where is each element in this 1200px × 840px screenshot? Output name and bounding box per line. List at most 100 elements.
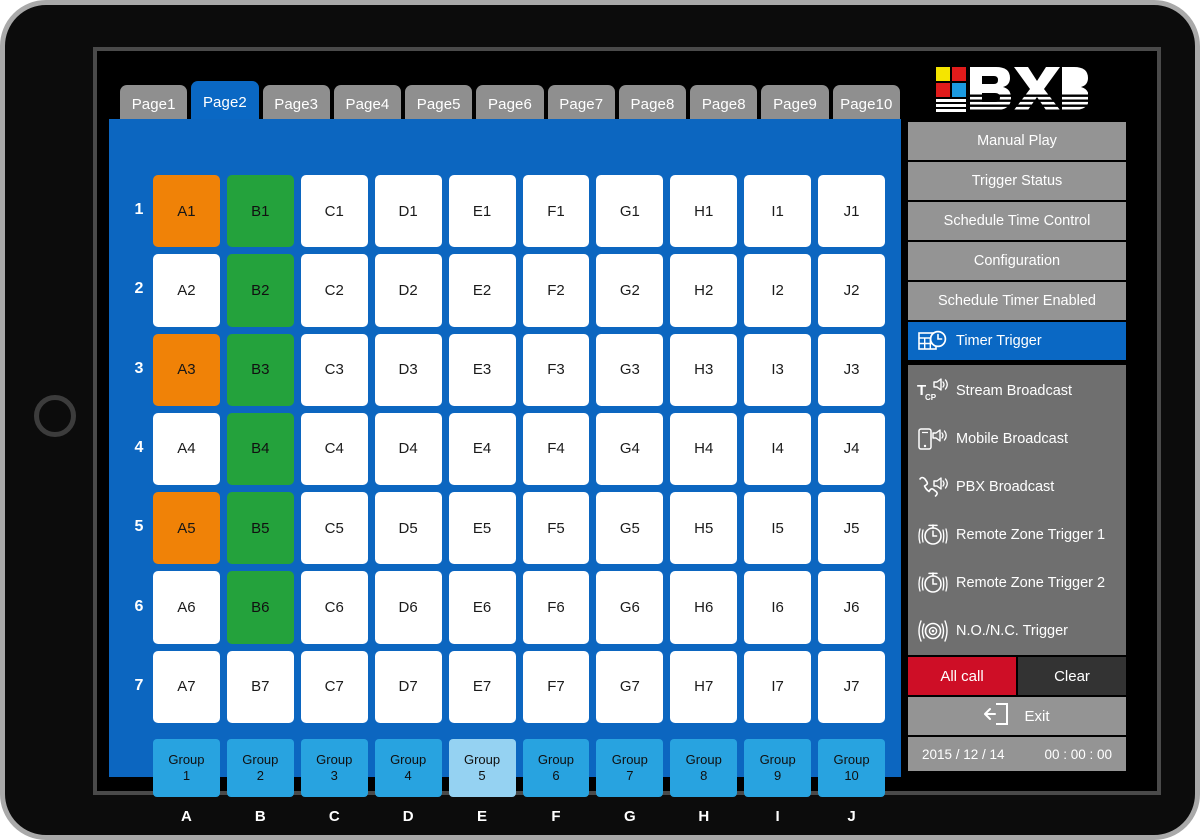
zone-button[interactable]: C4 (300, 412, 368, 486)
zone-button[interactable]: H3 (670, 333, 738, 406)
group-button-1[interactable]: Group 1 (153, 739, 220, 797)
zone-button[interactable]: D4 (374, 412, 442, 486)
zone-button[interactable]: D1 (374, 175, 442, 248)
page-tab-3[interactable]: Page3 (262, 85, 330, 123)
group-button-8[interactable]: Group 8 (670, 739, 738, 797)
zone-button[interactable]: I6 (744, 571, 812, 644)
zone-button[interactable]: A5 (153, 492, 220, 565)
zone-button[interactable]: B6 (226, 571, 294, 644)
group-button-4[interactable]: Group 4 (374, 739, 442, 797)
zone-button[interactable]: A1 (153, 175, 220, 248)
menu-item-schedule-timer-enabled[interactable]: Schedule Timer Enabled (908, 282, 1126, 320)
zone-button[interactable]: J2 (818, 254, 885, 327)
zone-button[interactable]: E2 (448, 254, 516, 327)
page-tab-7[interactable]: Page7 (547, 85, 615, 123)
group-button-9[interactable]: Group 9 (744, 739, 812, 797)
zone-button[interactable]: H2 (670, 254, 738, 327)
menu-item-manual-play[interactable]: Manual Play (908, 122, 1126, 160)
group-button-2[interactable]: Group 2 (226, 739, 294, 797)
zone-button[interactable]: G6 (596, 571, 664, 644)
zone-button[interactable]: B3 (226, 333, 294, 406)
zone-button[interactable]: I7 (744, 650, 812, 723)
zone-button[interactable]: D2 (374, 254, 442, 327)
page-tab-8[interactable]: Page8 (618, 85, 687, 123)
zone-button[interactable]: E6 (448, 571, 516, 644)
menu-item-schedule-time-control[interactable]: Schedule Time Control (908, 202, 1126, 240)
zone-button[interactable]: G1 (596, 175, 664, 248)
zone-button[interactable]: D7 (374, 650, 442, 723)
zone-button[interactable]: A3 (153, 333, 220, 406)
zone-button[interactable]: F6 (522, 571, 590, 644)
group-button-10[interactable]: Group 10 (818, 739, 885, 797)
menu-item-remote-zone-trigger-1[interactable]: Remote Zone Trigger 1 (908, 513, 1126, 557)
zone-button[interactable]: E7 (448, 650, 516, 723)
zone-button[interactable]: F4 (522, 412, 590, 486)
zone-button[interactable]: J1 (818, 175, 885, 248)
menu-item-remote-zone-trigger-2[interactable]: Remote Zone Trigger 2 (908, 561, 1126, 605)
group-button-3[interactable]: Group 3 (300, 739, 368, 797)
zone-button[interactable]: E3 (448, 333, 516, 406)
zone-button[interactable]: H4 (670, 412, 738, 486)
zone-button[interactable]: B7 (226, 650, 294, 723)
page-tab-11[interactable]: Page10 (832, 85, 900, 123)
zone-button[interactable]: I3 (744, 333, 812, 406)
page-tab-1[interactable]: Page1 (120, 85, 188, 123)
menu-item-configuration[interactable]: Configuration (908, 242, 1126, 280)
menu-item-mobile-broadcast[interactable]: Mobile Broadcast (908, 417, 1126, 461)
zone-button[interactable]: G3 (596, 333, 664, 406)
zone-button[interactable]: B2 (226, 254, 294, 327)
home-button[interactable] (34, 395, 76, 437)
group-button-7[interactable]: Group 7 (596, 739, 664, 797)
zone-button[interactable]: J3 (818, 333, 885, 406)
zone-button[interactable]: J5 (818, 492, 885, 565)
zone-button[interactable]: F2 (522, 254, 590, 327)
zone-button[interactable]: C5 (300, 492, 368, 565)
all-call-button[interactable]: All call (908, 657, 1016, 695)
zone-button[interactable]: E4 (448, 412, 516, 486)
zone-button[interactable]: J7 (818, 650, 885, 723)
menu-item-trigger-status[interactable]: Trigger Status (908, 162, 1126, 200)
zone-button[interactable]: I1 (744, 175, 812, 248)
zone-button[interactable]: F1 (522, 175, 590, 248)
zone-button[interactable]: I4 (744, 412, 812, 486)
clear-button[interactable]: Clear (1018, 657, 1126, 695)
zone-button[interactable]: C1 (300, 175, 368, 248)
zone-button[interactable]: C2 (300, 254, 368, 327)
zone-button[interactable]: C3 (300, 333, 368, 406)
zone-button[interactable]: H7 (670, 650, 738, 723)
menu-item-timer-trigger[interactable]: Timer Trigger (908, 322, 1126, 360)
zone-button[interactable]: A2 (153, 254, 220, 327)
exit-button[interactable]: Exit (908, 697, 1126, 735)
zone-button[interactable]: H5 (670, 492, 738, 565)
zone-button[interactable]: F7 (522, 650, 590, 723)
zone-button[interactable]: D6 (374, 571, 442, 644)
zone-button[interactable]: J6 (818, 571, 885, 644)
group-button-5[interactable]: Group 5 (448, 739, 516, 797)
zone-button[interactable]: I5 (744, 492, 812, 565)
zone-button[interactable]: E1 (448, 175, 516, 248)
menu-item-stream-broadcast[interactable]: T CP Stream Broadcast (908, 369, 1126, 413)
zone-button[interactable]: A6 (153, 571, 220, 644)
page-tab-6[interactable]: Page6 (476, 85, 544, 123)
zone-button[interactable]: A7 (153, 650, 220, 723)
zone-button[interactable]: D5 (374, 492, 442, 565)
zone-button[interactable]: D3 (374, 333, 442, 406)
zone-button[interactable]: J4 (818, 412, 885, 486)
page-tab-10[interactable]: Page9 (761, 85, 829, 123)
zone-button[interactable]: F3 (522, 333, 590, 406)
zone-button[interactable]: B5 (226, 492, 294, 565)
zone-button[interactable]: G7 (596, 650, 664, 723)
zone-button[interactable]: H6 (670, 571, 738, 644)
menu-item-n-o-n-c-trigger[interactable]: N.O./N.C. Trigger (908, 609, 1126, 653)
zone-button[interactable]: C6 (300, 571, 368, 644)
zone-button[interactable]: H1 (670, 175, 738, 248)
page-tab-9[interactable]: Page8 (690, 85, 758, 123)
group-button-6[interactable]: Group 6 (522, 739, 590, 797)
zone-button[interactable]: B1 (226, 175, 294, 248)
zone-button[interactable]: G4 (596, 412, 664, 486)
menu-item-pbx-broadcast[interactable]: PBX Broadcast (908, 465, 1126, 509)
page-tab-5[interactable]: Page5 (405, 85, 473, 123)
zone-button[interactable]: C7 (300, 650, 368, 723)
page-tab-2[interactable]: Page2 (191, 81, 259, 123)
zone-button[interactable]: G2 (596, 254, 664, 327)
